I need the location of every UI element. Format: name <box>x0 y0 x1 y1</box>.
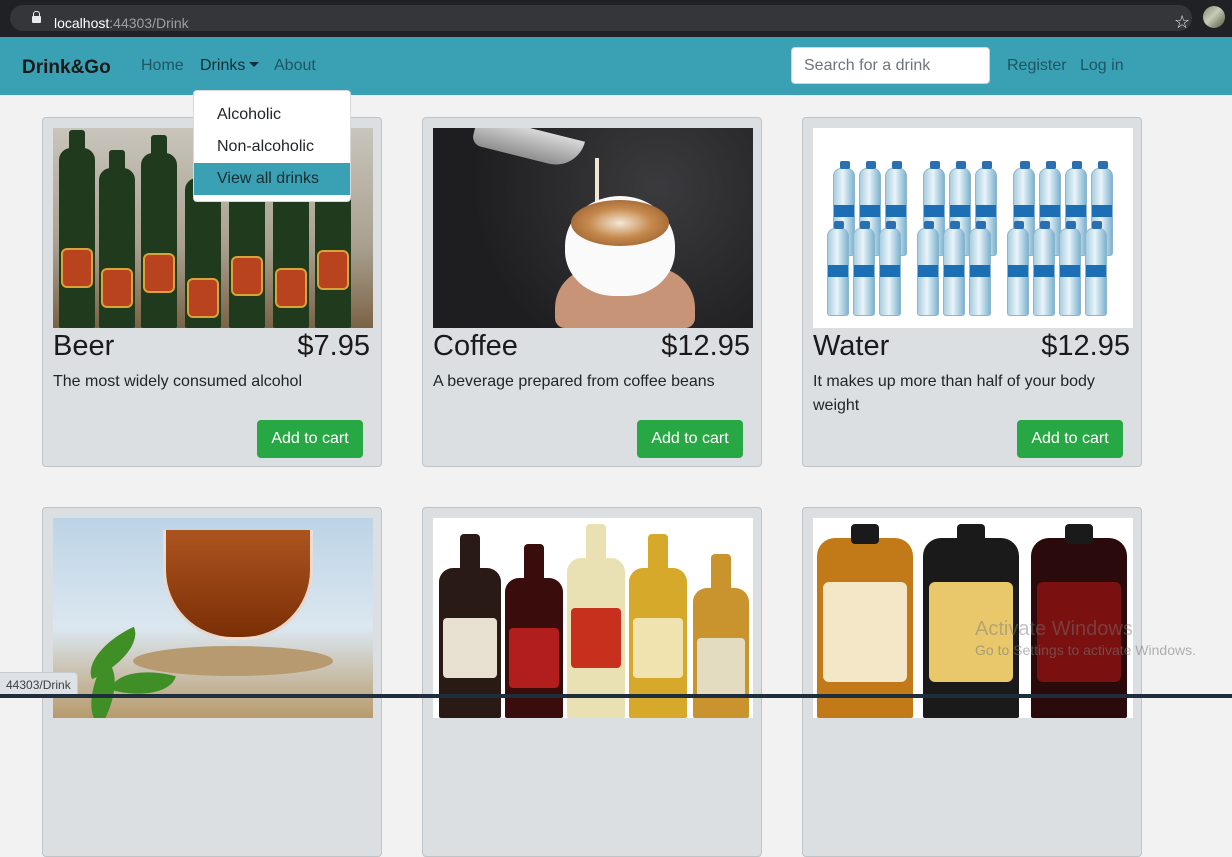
water-bottle <box>1033 221 1055 316</box>
caret-down-icon <box>249 62 260 67</box>
nav-drinks-dropdown-toggle[interactable]: Drinks <box>200 57 260 75</box>
product-card-tea <box>42 507 382 857</box>
product-card-water: Water $12.95 It makes up more than half … <box>802 117 1142 467</box>
product-name: Coffee <box>433 330 518 362</box>
bookmark-star-icon[interactable]: ☆ <box>1174 12 1190 32</box>
search-input[interactable] <box>791 47 990 84</box>
url-text[interactable]: localhost:44303/Drink <box>54 15 189 31</box>
milk-pitcher <box>471 128 585 171</box>
product-price: $12.95 <box>1041 330 1130 362</box>
coffee-cup-image[interactable] <box>433 128 753 328</box>
nav-home-link[interactable]: Home <box>141 57 184 75</box>
liquor-bottle <box>693 588 749 718</box>
beer-bottle <box>59 130 95 328</box>
profile-avatar[interactable] <box>1203 6 1225 28</box>
rum-bottle <box>817 524 913 718</box>
taskbar-edge <box>0 694 1232 698</box>
product-description: A beverage prepared from coffee beans <box>433 373 715 390</box>
saucer <box>133 646 333 676</box>
water-bottle <box>969 221 991 316</box>
water-bottle <box>943 221 965 316</box>
latte-art <box>571 200 669 246</box>
product-price: $12.95 <box>661 330 750 362</box>
beer-bottle <box>99 150 135 328</box>
water-bottle <box>1085 221 1107 316</box>
add-to-cart-button[interactable]: Add to cart <box>637 420 743 458</box>
product-description: The most widely consumed alcohol <box>53 373 303 390</box>
drinks-dropdown-menu: Alcoholic Non-alcoholic View all drinks <box>193 90 351 202</box>
water-bottle <box>1059 221 1081 316</box>
water-bottles-image[interactable] <box>813 128 1133 328</box>
product-name: Water <box>813 330 890 362</box>
dropdown-item-alcoholic[interactable]: Alcoholic <box>194 99 350 131</box>
add-to-cart-button[interactable]: Add to cart <box>1017 420 1123 458</box>
browser-toolbar: localhost:44303/Drink ☆ <box>0 0 1232 37</box>
water-bottle <box>917 221 939 316</box>
windows-activation-title: Activate Windows <box>975 618 1133 640</box>
water-bottle <box>1007 221 1029 316</box>
navbar: Drink&Go Home Drinks About Register Log … <box>0 37 1232 95</box>
product-card-liquor <box>422 507 762 857</box>
beer-bottle <box>141 135 177 328</box>
product-name: Beer <box>53 330 115 362</box>
nav-register-link[interactable]: Register <box>1007 57 1067 75</box>
product-card-spiced-rum <box>802 507 1142 857</box>
lock-icon[interactable] <box>32 11 41 23</box>
dropdown-item-view-all[interactable]: View all drinks <box>194 163 350 195</box>
product-description: It makes up more than half of your body … <box>813 373 1095 414</box>
address-bar[interactable]: localhost:44303/Drink ☆ <box>10 5 1192 32</box>
product-card-coffee: Coffee $12.95 A beverage prepared from c… <box>422 117 762 467</box>
brand-logo[interactable]: Drink&Go <box>22 57 111 79</box>
windows-activation-subtitle: Go to Settings to activate Windows. <box>975 642 1196 658</box>
nav-drinks-label: Drinks <box>200 57 246 74</box>
water-bottle <box>827 221 849 316</box>
tea-cup <box>163 530 313 640</box>
product-price: $7.95 <box>297 330 370 362</box>
add-to-cart-button[interactable]: Add to cart <box>257 420 363 458</box>
nav-login-link[interactable]: Log in <box>1080 57 1124 75</box>
water-bottle <box>853 221 875 316</box>
rum-bottles-image[interactable] <box>433 518 753 718</box>
dropdown-item-non-alcoholic[interactable]: Non-alcoholic <box>194 131 350 163</box>
nav-about-link[interactable]: About <box>274 57 316 75</box>
tea-cup-image[interactable] <box>53 518 373 718</box>
water-bottle <box>879 221 901 316</box>
